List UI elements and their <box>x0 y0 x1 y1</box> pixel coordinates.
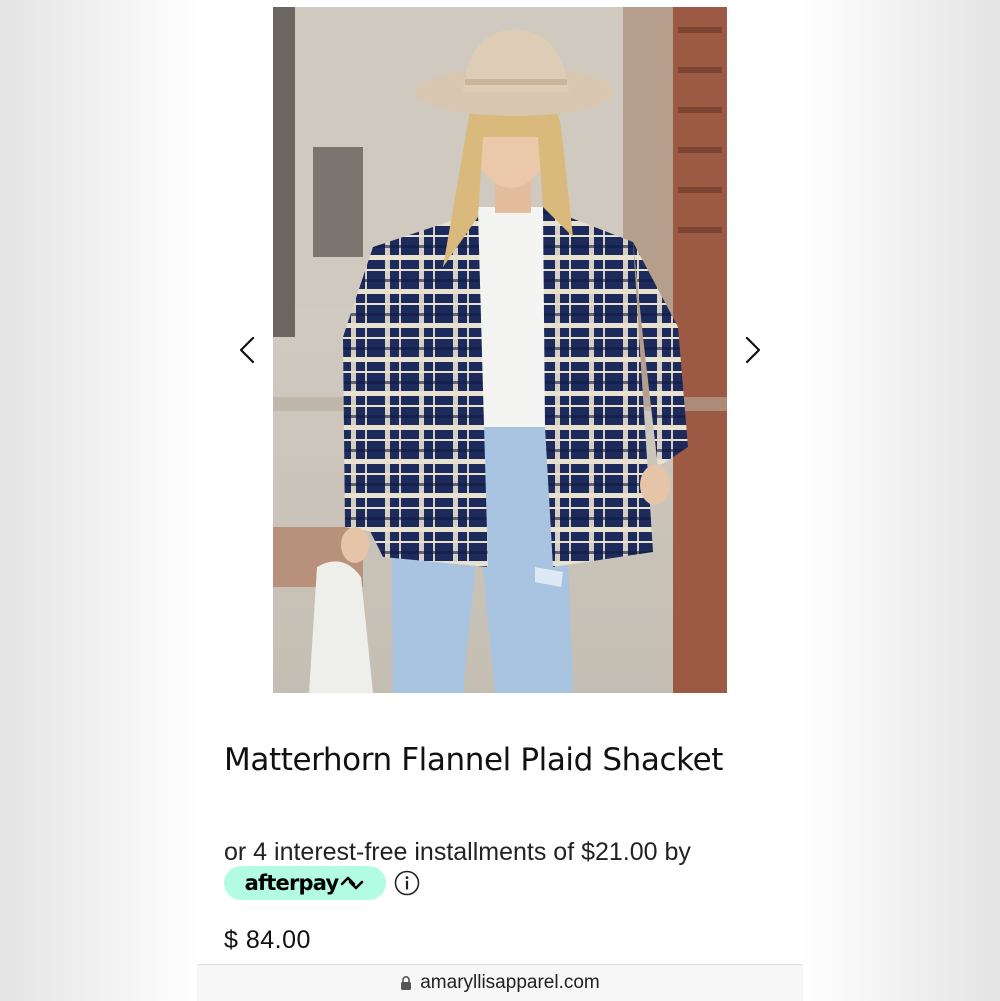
product-image-gallery <box>197 0 803 700</box>
product-page: Matterhorn Flannel Plaid Shacket or 4 in… <box>197 0 803 1001</box>
chevron-right-icon <box>745 336 761 364</box>
installments-text: or 4 interest-free installments of $21.0… <box>224 838 691 866</box>
product-title: Matterhorn Flannel Plaid Shacket <box>224 742 724 778</box>
url-text: amaryllisapparel.com <box>420 972 600 993</box>
next-image-button[interactable] <box>733 330 773 370</box>
lock-icon <box>401 976 412 990</box>
afterpay-arrows-icon <box>341 876 364 890</box>
product-photo[interactable] <box>273 7 727 693</box>
browser-url-bar[interactable]: amaryllisapparel.com <box>197 964 803 1001</box>
afterpay-row: afterpay <box>224 866 420 900</box>
afterpay-label: afterpay <box>244 871 340 895</box>
previous-image-button[interactable] <box>227 330 267 370</box>
info-icon[interactable] <box>394 870 420 896</box>
product-price: $ 84.00 <box>224 926 311 954</box>
afterpay-badge[interactable]: afterpay <box>224 866 386 900</box>
chevron-left-icon <box>239 336 255 364</box>
